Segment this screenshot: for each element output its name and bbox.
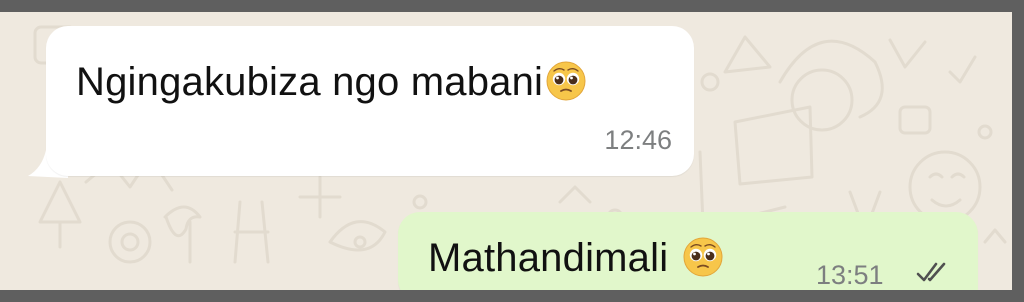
- chat-area[interactable]: Ngingakubiza ngo mabani 12:46 Mathandima…: [0, 12, 1012, 290]
- pleading-face-icon: [545, 60, 587, 112]
- outgoing-message-time: 13:51: [816, 260, 884, 290]
- pleading-face-icon: [682, 236, 724, 288]
- incoming-message-text: Ngingakubiza ngo mabani: [76, 60, 587, 112]
- double-check-icon: [916, 262, 946, 282]
- incoming-message-bubble[interactable]: Ngingakubiza ngo mabani 12:46: [46, 26, 694, 176]
- incoming-message-time: 12:46: [604, 125, 672, 155]
- outgoing-message-text: Mathandimali: [428, 236, 724, 288]
- outgoing-message-label: Mathandimali: [428, 236, 669, 280]
- outgoing-message-bubble[interactable]: Mathandimali 13:51: [398, 212, 978, 290]
- incoming-message-label: Ngingakubiza ngo mabani: [76, 60, 544, 104]
